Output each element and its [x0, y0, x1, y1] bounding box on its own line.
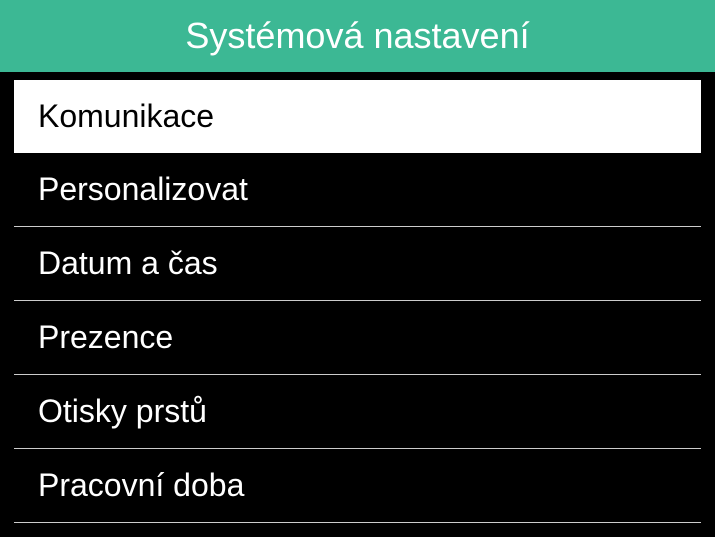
settings-menu: Komunikace Personalizovat Datum a čas Pr… [0, 72, 715, 523]
menu-item-label: Personalizovat [38, 171, 248, 207]
menu-item-presence[interactable]: Prezence [14, 301, 701, 375]
menu-item-date-time[interactable]: Datum a čas [14, 227, 701, 301]
page-title: Systémová nastavení [185, 15, 529, 57]
menu-item-personalize[interactable]: Personalizovat [14, 153, 701, 227]
menu-item-label: Prezence [38, 319, 173, 355]
menu-item-label: Datum a čas [38, 245, 218, 281]
menu-item-label: Komunikace [38, 98, 214, 134]
menu-item-label: Otisky prstů [38, 393, 207, 429]
page-header: Systémová nastavení [0, 0, 715, 72]
menu-item-communication[interactable]: Komunikace [14, 80, 701, 153]
menu-item-working-hours[interactable]: Pracovní doba [14, 449, 701, 523]
menu-item-label: Pracovní doba [38, 467, 244, 503]
menu-item-fingerprints[interactable]: Otisky prstů [14, 375, 701, 449]
